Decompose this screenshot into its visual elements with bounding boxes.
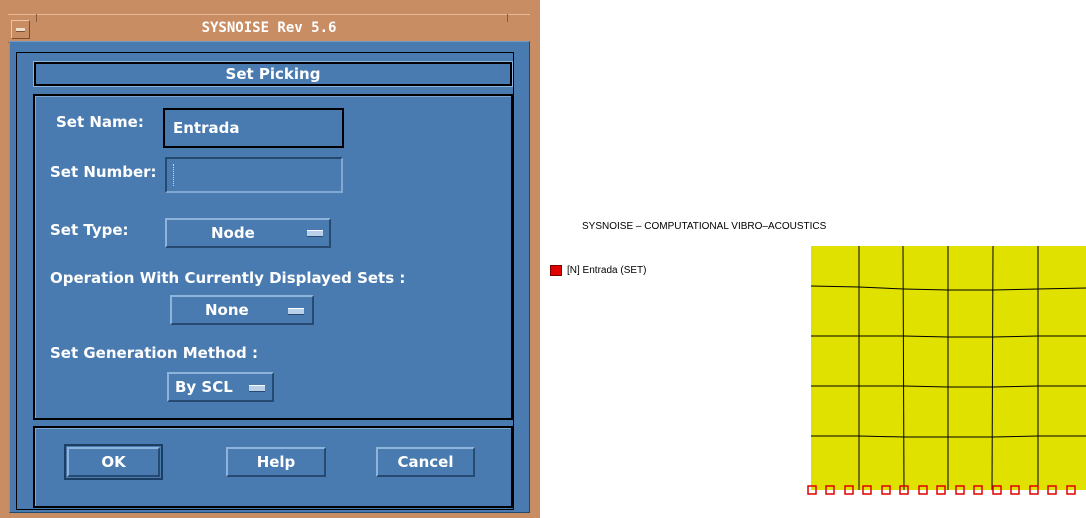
window-menu-button[interactable] [11,20,30,39]
set-type-value: Node [211,224,255,242]
generation-select[interactable]: By SCL [167,372,274,402]
set-number-label: Set Number: [50,163,157,181]
window-title: SYSNOISE Rev 5.6 [201,20,337,36]
mesh-view[interactable] [800,240,1086,500]
set-name-input[interactable]: Entrada [163,108,344,148]
window-menu-icon [16,28,25,32]
option-menu-indicator-icon [288,308,304,315]
window-titlebar[interactable]: SYSNOISE Rev 5.6 [8,14,530,43]
generation-value: By SCL [175,378,233,396]
set-type-select[interactable]: Node [165,218,331,248]
text-cursor-icon [173,164,175,186]
generation-label: Set Generation Method : [50,344,258,362]
operation-value: None [205,301,249,319]
dialog-heading: Set Picking [33,61,513,87]
legend-swatch-icon [550,265,562,276]
operation-select[interactable]: None [170,295,314,325]
set-type-label: Set Type: [50,221,129,239]
set-number-input[interactable] [165,157,343,193]
legend-label: [N] Entrada (SET) [567,265,647,276]
option-menu-indicator-icon [307,230,323,237]
frame-resize-notch [507,14,508,22]
help-button[interactable]: Help [226,447,326,477]
sysnoise-window: SYSNOISE Rev 5.6 Set Picking Set Name: E… [0,0,540,518]
option-menu-indicator-icon [249,385,265,392]
cancel-button[interactable]: Cancel [376,447,475,477]
frame-resize-notch [36,14,37,22]
ok-button[interactable]: OK [64,444,163,480]
set-name-value: Entrada [173,119,240,137]
set-name-label: Set Name: [56,113,144,131]
operation-label: Operation With Currently Displayed Sets … [50,269,406,287]
graphics-title: SYSNOISE – COMPUTATIONAL VIBRO–ACOUSTICS [582,221,827,232]
